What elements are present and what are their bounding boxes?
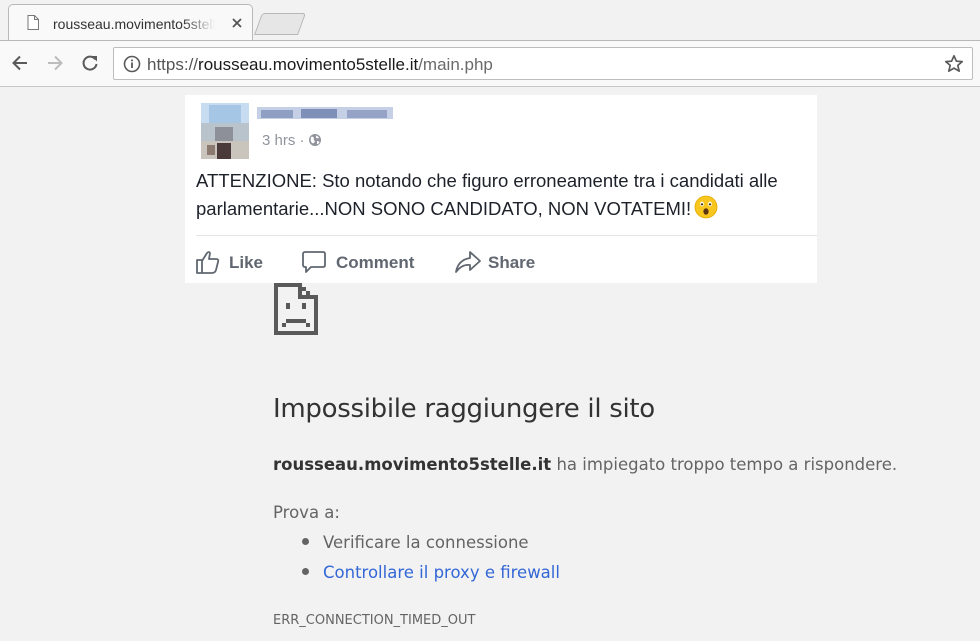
sad-page-icon: [274, 283, 318, 335]
try-label: Prova a:: [273, 503, 340, 522]
suggestion-check-proxy: Controllare il proxy e firewall: [302, 563, 560, 582]
post-text: ATTENZIONE: Sto notando che figuro erron…: [196, 167, 811, 223]
tab-strip: rousseau.movimento5stelle.it: [0, 0, 980, 41]
post-text-line-2: parlamentarie...NON SONO CANDIDATO, NON …: [196, 195, 811, 223]
bullet: [302, 538, 309, 545]
bullet: [302, 568, 309, 575]
url-path: /main.php: [418, 55, 493, 74]
address-bar[interactable]: https://rousseau.movimento5stelle.it/mai…: [113, 47, 973, 80]
author-name-blurred[interactable]: [257, 103, 393, 125]
forward-arrow-icon[interactable]: [45, 53, 65, 73]
back-arrow-icon[interactable]: [10, 53, 30, 73]
astonished-face-emoji: [694, 195, 718, 219]
error-code: ERR_CONNECTION_TIMED_OUT: [273, 613, 476, 628]
star-icon[interactable]: [944, 54, 964, 74]
share-arrow-icon: [455, 251, 481, 273]
post-meta: 3 hrs ·: [262, 132, 322, 149]
toolbar: https://rousseau.movimento5stelle.it/mai…: [0, 40, 980, 87]
url-text[interactable]: https://rousseau.movimento5stelle.it/mai…: [147, 55, 493, 75]
globe-icon: [308, 134, 321, 146]
comment-bubble-icon: [302, 251, 326, 273]
comment-label: Comment: [336, 253, 415, 272]
new-tab-button[interactable]: [253, 13, 307, 35]
url-scheme: https://: [147, 55, 199, 74]
url-host: rousseau.movimento5stelle.it: [198, 55, 419, 74]
share-label: Share: [488, 253, 536, 272]
close-icon[interactable]: [231, 17, 243, 29]
like-label: Like: [229, 253, 264, 272]
tab-title: rousseau.movimento5stelle.it: [53, 16, 215, 32]
error-title: Impossibile raggiungere il sito: [273, 394, 655, 424]
suggestion-check-connection: Verificare la connessione: [302, 533, 529, 552]
post-text-line-1: ATTENZIONE: Sto notando che figuro erron…: [196, 170, 778, 191]
tab-active[interactable]: rousseau.movimento5stelle.it: [8, 4, 253, 41]
reload-icon[interactable]: [80, 53, 100, 73]
page-icon: [27, 15, 39, 30]
error-message-text: ha impiegato troppo tempo a rispondere.: [551, 455, 898, 474]
error-host: rousseau.movimento5stelle.it: [273, 455, 552, 474]
info-icon[interactable]: [123, 55, 141, 73]
proxy-firewall-link[interactable]: Controllare il proxy e firewall: [323, 563, 560, 582]
comment-button[interactable]: Comment: [301, 249, 426, 277]
facebook-post: 3 hrs · ATTENZIONE: Sto notando che figu…: [185, 95, 817, 283]
suggestion-text: Verificare la connessione: [323, 533, 529, 552]
post-time[interactable]: 3 hrs ·: [262, 132, 305, 149]
error-message: rousseau.movimento5stelle.it ha impiegat…: [273, 455, 897, 474]
thumbs-up-icon: [196, 251, 220, 274]
avatar: [201, 103, 249, 159]
post-text-line-2-text: parlamentarie...NON SONO CANDIDATO, NON …: [196, 198, 692, 219]
share-button[interactable]: Share: [454, 249, 544, 277]
divider: [196, 235, 817, 236]
like-button[interactable]: Like: [195, 249, 285, 277]
